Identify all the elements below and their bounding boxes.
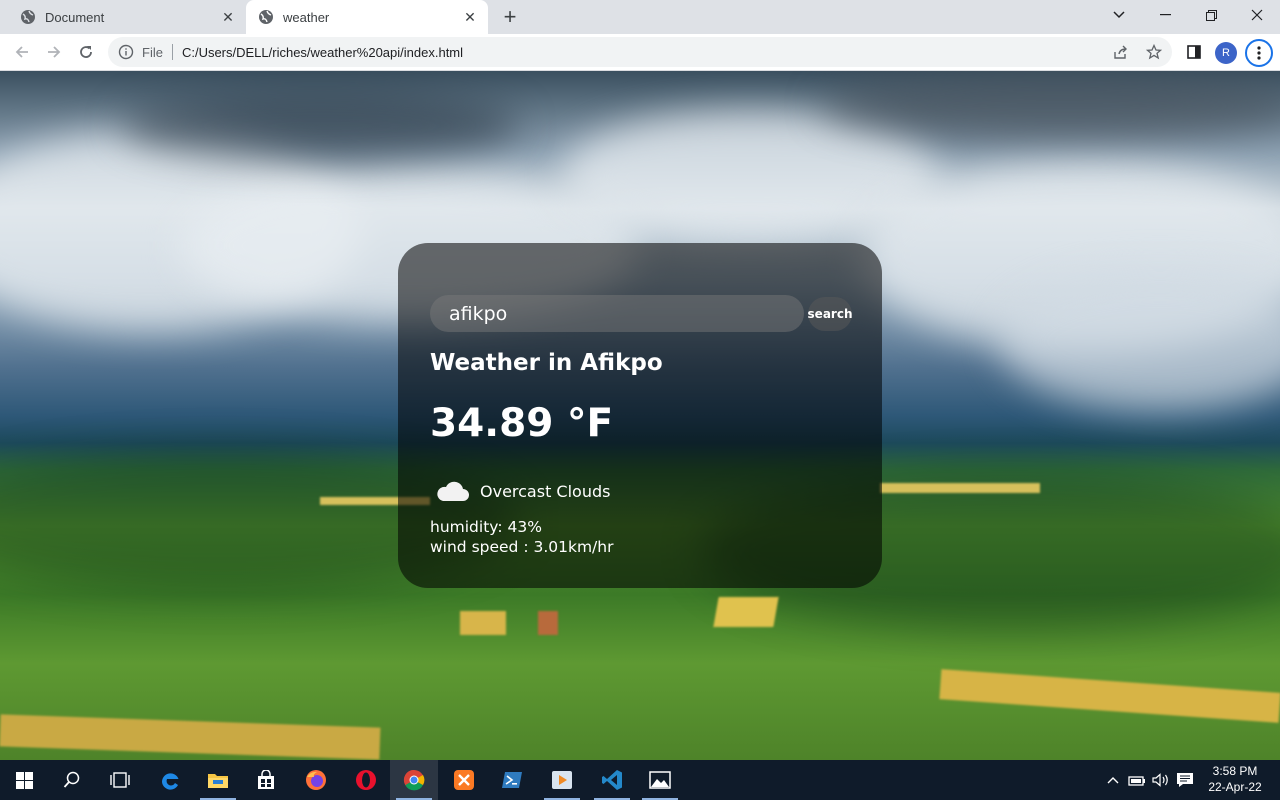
- taskbar-media-player[interactable]: [538, 760, 586, 800]
- share-icon[interactable]: [1108, 37, 1134, 67]
- taskbar-powershell[interactable]: [488, 760, 536, 800]
- chevron-up-icon: [1107, 777, 1119, 784]
- weather-city-heading: Weather in Afikpo: [430, 350, 663, 376]
- browser-menu-button[interactable]: [1245, 39, 1273, 67]
- minimize-button[interactable]: [1142, 0, 1188, 30]
- back-button[interactable]: [8, 38, 36, 66]
- chrome-icon: [403, 769, 425, 791]
- reload-button[interactable]: [72, 38, 100, 66]
- speaker-icon: [1152, 773, 1168, 787]
- edge-icon: [161, 773, 179, 790]
- reload-icon: [80, 46, 92, 58]
- divider: [171, 44, 173, 60]
- start-button[interactable]: [0, 760, 48, 800]
- info-icon[interactable]: [118, 44, 134, 60]
- taskbar-photos[interactable]: [636, 760, 684, 800]
- opera-icon: [356, 770, 376, 790]
- chevron-down-icon: [1113, 11, 1125, 19]
- weather-condition: Overcast Clouds: [436, 479, 610, 503]
- weather-card: search Weather in Afikpo 34.89 °F Overca…: [398, 243, 882, 588]
- battery-tray-button[interactable]: [1126, 760, 1148, 800]
- cloud-icon: [436, 479, 469, 503]
- vscode-icon: [602, 770, 622, 790]
- scheme-label: File: [142, 44, 163, 60]
- battery-icon: [1128, 776, 1145, 786]
- profile-avatar[interactable]: R: [1215, 42, 1237, 64]
- humidity-value: humidity: 43%: [430, 518, 542, 536]
- arrow-left-icon: [15, 46, 28, 58]
- taskbar-chrome[interactable]: [390, 760, 438, 800]
- globe-icon: [258, 9, 274, 25]
- photos-icon: [649, 771, 671, 789]
- condition-description: Overcast Clouds: [480, 481, 611, 501]
- powershell-icon: [502, 772, 522, 788]
- task-view-icon: [110, 772, 130, 788]
- windows-taskbar: 3:58 PM 22-Apr-22: [0, 760, 1280, 800]
- globe-icon: [20, 9, 36, 25]
- browser-toolbar: File C:/Users/DELL/riches/weather%20api/…: [0, 34, 1280, 71]
- more-vertical-icon: [1257, 46, 1261, 60]
- taskbar-search-button[interactable]: [48, 760, 96, 800]
- xampp-icon: [454, 770, 474, 790]
- address-bar[interactable]: File C:/Users/DELL/riches/weather%20api/…: [108, 37, 1172, 67]
- taskbar-opera[interactable]: [342, 760, 390, 800]
- side-panel-button[interactable]: [1180, 38, 1208, 66]
- tab-title: weather: [283, 9, 330, 25]
- tab-weather[interactable]: weather ✕: [246, 0, 488, 34]
- show-hidden-icons-button[interactable]: [1104, 760, 1122, 800]
- firefox-icon: [306, 770, 326, 790]
- notification-icon: [1177, 773, 1193, 787]
- close-icon: [1251, 9, 1263, 21]
- search-button[interactable]: search: [808, 297, 852, 331]
- wind-speed-value: wind speed : 3.01km/hr: [430, 538, 614, 556]
- folder-icon: [208, 774, 228, 788]
- volume-tray-button[interactable]: [1150, 760, 1172, 800]
- windows-logo-icon: [15, 771, 33, 789]
- page-viewport: search Weather in Afikpo 34.89 °F Overca…: [0, 71, 1280, 760]
- tab-title: Document: [45, 9, 105, 25]
- taskbar-firefox[interactable]: [292, 760, 340, 800]
- notifications-tray-button[interactable]: [1174, 760, 1196, 800]
- taskbar-vscode[interactable]: [588, 760, 636, 800]
- arrow-right-icon: [48, 46, 61, 58]
- browser-tabstrip: Document ✕ weather ✕ +: [0, 0, 1280, 34]
- city-search-input[interactable]: [430, 295, 804, 332]
- media-player-icon: [552, 771, 572, 789]
- minimize-icon: [1159, 14, 1171, 16]
- taskbar-store[interactable]: [242, 760, 290, 800]
- close-tab-icon[interactable]: ✕: [218, 7, 238, 27]
- side-panel-icon: [1187, 45, 1201, 59]
- tab-document[interactable]: Document ✕: [0, 0, 246, 34]
- close-window-button[interactable]: [1234, 0, 1280, 30]
- store-icon: [258, 770, 274, 789]
- forward-button[interactable]: [40, 38, 68, 66]
- taskbar-edge[interactable]: [146, 760, 194, 800]
- taskbar-xampp[interactable]: [440, 760, 488, 800]
- system-clock[interactable]: 3:58 PM 22-Apr-22: [1203, 763, 1267, 795]
- temperature-value: 34.89 °F: [430, 401, 614, 446]
- tab-search-button[interactable]: [1096, 0, 1142, 30]
- restore-button[interactable]: [1188, 0, 1234, 30]
- restore-icon: [1205, 9, 1217, 21]
- task-view-button[interactable]: [96, 760, 144, 800]
- close-tab-icon[interactable]: ✕: [460, 7, 480, 27]
- taskbar-file-explorer[interactable]: [194, 760, 242, 800]
- url-text: C:/Users/DELL/riches/weather%20api/index…: [181, 44, 464, 60]
- clock-time: 3:58 PM: [1212, 764, 1258, 778]
- new-tab-button[interactable]: +: [498, 4, 522, 29]
- clock-date: 22-Apr-22: [1208, 780, 1262, 794]
- bookmark-star-icon[interactable]: [1141, 37, 1167, 67]
- search-icon: [63, 771, 80, 788]
